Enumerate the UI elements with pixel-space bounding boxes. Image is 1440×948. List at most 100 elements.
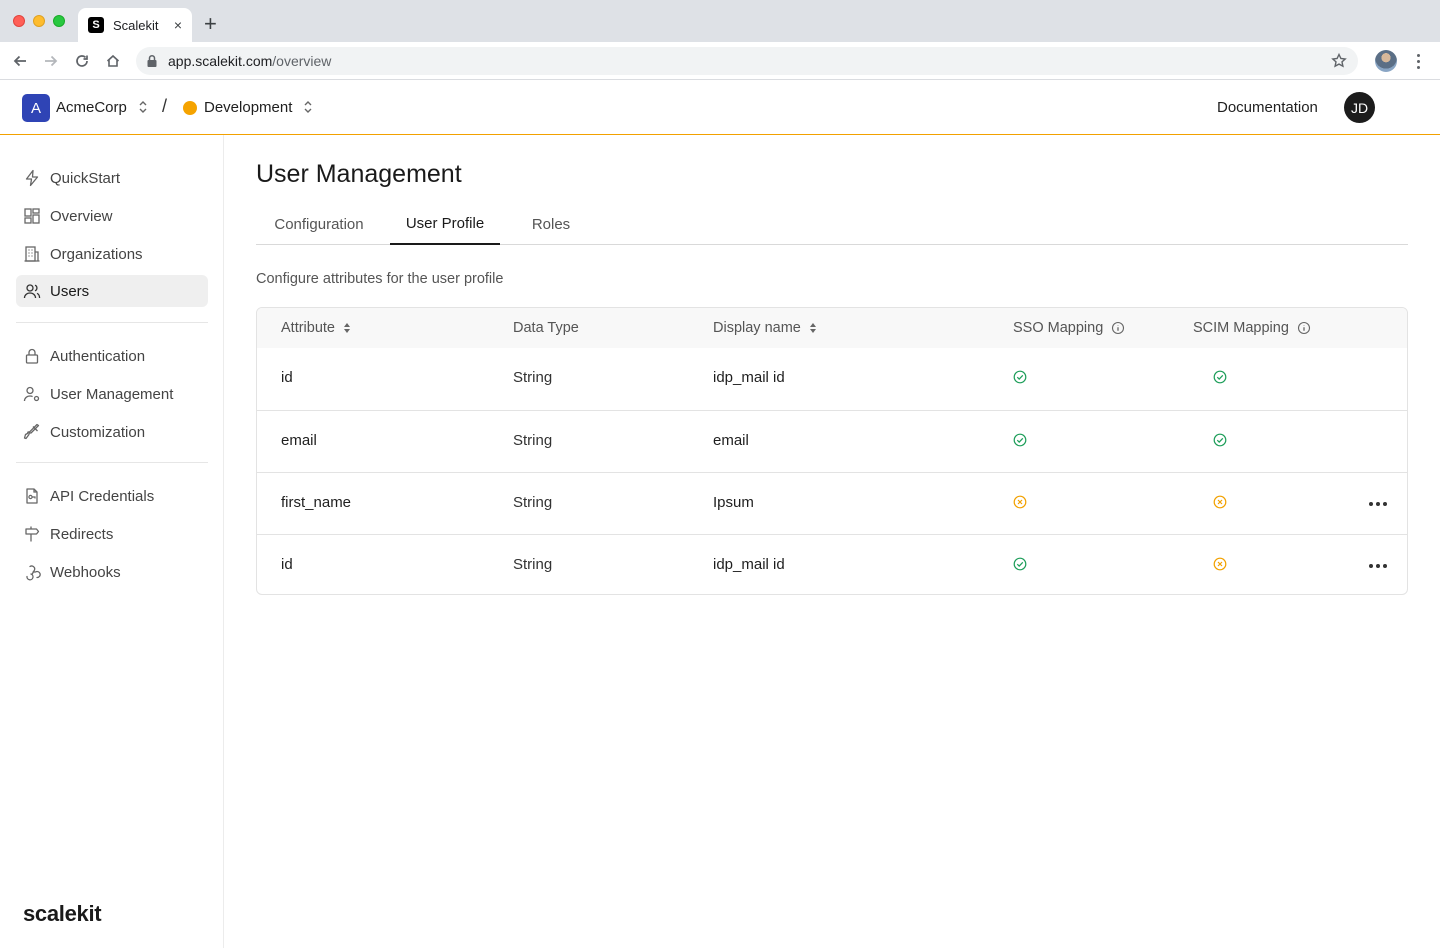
column-header-label: SCIM Mapping: [1193, 320, 1289, 336]
bolt-icon: [25, 169, 39, 187]
bookmark-star-icon[interactable]: [1330, 52, 1348, 70]
users-icon: [23, 284, 41, 299]
org-avatar[interactable]: A: [22, 94, 50, 122]
address-bar[interactable]: app.scalekit.com/overview: [136, 47, 1358, 75]
close-tab-icon[interactable]: ×: [174, 17, 182, 33]
lock-icon: [25, 348, 39, 364]
sort-icon[interactable]: [343, 322, 351, 334]
documentation-link[interactable]: Documentation: [1217, 99, 1318, 116]
check-circle-icon: [1213, 433, 1227, 447]
cell-attribute: id: [281, 556, 293, 573]
user-settings-icon: [23, 386, 40, 402]
table-row[interactable]: id String idp_mail id: [257, 534, 1407, 594]
sidebar-divider: [16, 462, 208, 463]
table-row[interactable]: email String email: [257, 410, 1407, 472]
info-icon[interactable]: [1297, 321, 1311, 335]
browser-menu-icon[interactable]: [1412, 50, 1424, 72]
row-more-options-icon[interactable]: [1367, 555, 1389, 577]
close-window-button[interactable]: [13, 15, 25, 27]
environment-switcher[interactable]: Development: [204, 99, 292, 116]
table-row[interactable]: id String idp_mail id: [257, 348, 1407, 410]
column-header-display-name[interactable]: Display name: [713, 320, 817, 336]
column-header-data-type: Data Type: [513, 320, 579, 336]
cell-attribute: id: [281, 369, 293, 386]
forward-icon[interactable]: [41, 51, 61, 71]
org-switcher[interactable]: AcmeCorp: [56, 99, 127, 116]
column-header-label: Attribute: [281, 320, 335, 336]
sidebar-item-redirects[interactable]: Redirects: [16, 518, 208, 550]
check-circle-icon: [1013, 370, 1027, 384]
sidebar-item-label: Customization: [50, 423, 146, 441]
column-header-scim-mapping: SCIM Mapping: [1193, 320, 1311, 336]
url-text: app.scalekit.com/overview: [168, 53, 332, 69]
tab-title: Scalekit: [113, 17, 159, 33]
sidebar-item-overview[interactable]: Overview: [16, 200, 208, 232]
cell-data-type: String: [513, 369, 553, 386]
cell-display-name: idp_mail id: [713, 369, 785, 386]
cell-attribute: email: [281, 432, 317, 449]
brush-icon: [23, 423, 40, 440]
sort-icon[interactable]: [809, 322, 817, 334]
sidebar-item-label: API Credentials: [50, 487, 155, 505]
sidebar-item-label: User Management: [50, 385, 174, 403]
minimize-window-button[interactable]: [33, 15, 45, 27]
x-circle-icon: [1213, 495, 1227, 509]
browser-tab-bar: S Scalekit × +: [0, 0, 1440, 42]
signpost-icon: [25, 526, 40, 542]
column-header-sso-mapping: SSO Mapping: [1013, 320, 1125, 336]
environment-status-dot: [183, 101, 197, 115]
new-tab-button[interactable]: +: [204, 11, 217, 37]
sidebar-item-api-credentials[interactable]: API Credentials: [16, 480, 208, 512]
sidebar-item-organizations[interactable]: Organizations: [16, 238, 208, 270]
maximize-window-button[interactable]: [53, 15, 65, 27]
sidebar-item-label: QuickStart: [50, 169, 121, 187]
x-circle-icon: [1013, 495, 1027, 509]
sidebar-item-label: Webhooks: [50, 563, 121, 581]
browser-toolbar: app.scalekit.com/overview: [0, 42, 1440, 80]
column-header-label: Display name: [713, 320, 801, 336]
lock-icon: [147, 54, 157, 67]
column-header-label: SSO Mapping: [1013, 320, 1104, 336]
sidebar-item-quickstart[interactable]: QuickStart: [16, 162, 208, 194]
tab-user-profile[interactable]: User Profile: [390, 204, 500, 245]
home-icon[interactable]: [103, 51, 123, 71]
back-icon[interactable]: [10, 51, 30, 71]
row-more-options-icon[interactable]: [1367, 493, 1389, 515]
cell-display-name: idp_mail id: [713, 556, 785, 573]
reload-icon[interactable]: [72, 51, 92, 71]
column-header-attribute[interactable]: Attribute: [281, 320, 351, 336]
check-circle-icon: [1213, 370, 1227, 384]
section-description: Configure attributes for the user profil…: [256, 271, 504, 287]
chevron-updown-icon[interactable]: [303, 98, 313, 116]
browser-profile-avatar[interactable]: [1375, 50, 1397, 72]
sidebar-item-users[interactable]: Users: [16, 275, 208, 307]
sidebar-item-customization[interactable]: Customization: [16, 416, 208, 448]
check-circle-icon: [1013, 557, 1027, 571]
tab-configuration[interactable]: Configuration: [256, 204, 382, 245]
table-header: Attribute Data Type Display name SSO Map…: [257, 308, 1407, 348]
sidebar-item-label: Users: [50, 282, 90, 300]
user-profile-attributes-table: Attribute Data Type Display name SSO Map…: [256, 307, 1408, 595]
app-header: A AcmeCorp / Development Documentation J…: [0, 80, 1440, 135]
tab-bar: Configuration User Profile Roles: [256, 204, 1408, 245]
browser-tab[interactable]: S Scalekit ×: [78, 8, 192, 42]
info-icon[interactable]: [1111, 321, 1125, 335]
scalekit-logo: scalekit: [23, 901, 102, 926]
sidebar-item-user-management[interactable]: User Management: [16, 378, 208, 410]
sidebar: QuickStart Overview Organizations Users …: [0, 135, 224, 948]
table-row[interactable]: first_name String Ipsum: [257, 472, 1407, 534]
cell-data-type: String: [513, 494, 553, 511]
page-title: User Management: [256, 160, 462, 188]
sidebar-item-authentication[interactable]: Authentication: [16, 340, 208, 372]
cell-data-type: String: [513, 432, 553, 449]
webhook-icon: [26, 565, 41, 581]
sidebar-divider: [16, 322, 208, 323]
column-header-label: Data Type: [513, 320, 579, 336]
sidebar-item-webhooks[interactable]: Webhooks: [16, 556, 208, 588]
sidebar-item-label: Organizations: [50, 245, 143, 263]
tab-roles[interactable]: Roles: [518, 204, 584, 245]
chevron-updown-icon[interactable]: [138, 98, 148, 116]
user-avatar[interactable]: JD: [1344, 92, 1375, 123]
scalekit-favicon-icon: S: [88, 17, 104, 33]
check-circle-icon: [1013, 433, 1027, 447]
